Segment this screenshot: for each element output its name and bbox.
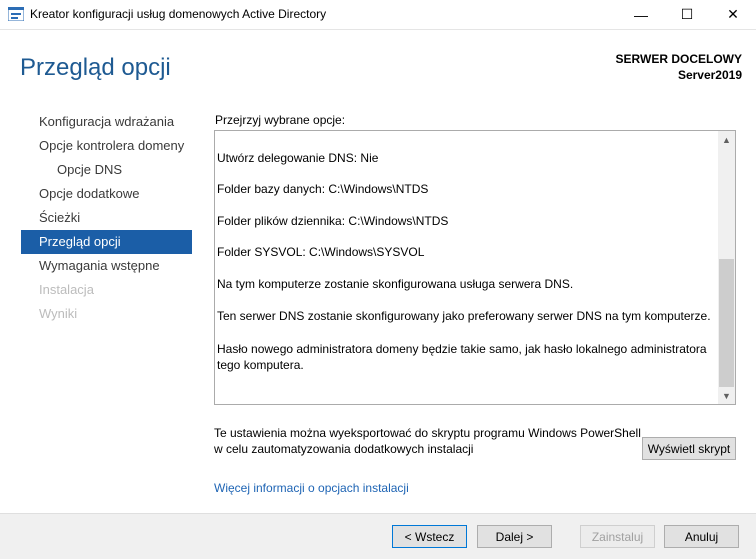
server-manager-icon	[8, 7, 24, 21]
review-textbox[interactable]: Utwórz delegowanie DNS: Nie Folder bazy …	[214, 130, 736, 405]
nav-item-dns-options[interactable]: Opcje DNS	[21, 158, 192, 182]
vertical-scrollbar[interactable]: ▲ ▼	[718, 131, 735, 404]
review-label: Przejrzyj wybrane opcje:	[215, 113, 346, 127]
close-icon: ✕	[727, 6, 739, 22]
review-line: Ten serwer DNS zostanie skonfigurowany j…	[217, 309, 711, 323]
export-info: Te ustawienia można wyeksportować do skr…	[214, 425, 654, 457]
nav-item-results: Wyniki	[39, 306, 78, 321]
nav-item-additional-options[interactable]: Opcje dodatkowe	[21, 182, 192, 206]
close-button[interactable]: ✕	[710, 0, 756, 29]
next-button[interactable]: Dalej >	[477, 525, 552, 548]
maximize-button[interactable]: ☐	[664, 0, 710, 29]
scroll-up-icon[interactable]: ▲	[718, 131, 735, 148]
export-info-line2: w celu zautomatyzowania dodatkowych inst…	[214, 442, 474, 456]
maximize-icon: ☐	[680, 6, 694, 22]
nav-item-review-options[interactable]: Przegląd opcji	[21, 230, 192, 254]
nav-item-dc-options[interactable]: Opcje kontrolera domeny	[21, 134, 192, 158]
nav-item-prerequisites[interactable]: Wymagania wstępne	[21, 254, 192, 278]
nav-item-installation: Instalacja	[39, 282, 94, 297]
window-title: Kreator konfiguracji usług domenowych Ac…	[30, 7, 327, 21]
review-line: Utwórz delegowanie DNS: Nie	[217, 151, 379, 165]
scrollbar-thumb[interactable]	[719, 259, 734, 387]
cancel-button[interactable]: Anuluj	[664, 525, 739, 548]
nav-item-paths[interactable]: Ścieżki	[21, 206, 192, 230]
nav-item-deployment-config[interactable]: Konfiguracja wdrażania	[21, 110, 192, 134]
install-button: Zainstaluj	[580, 525, 655, 548]
export-info-line1: Te ustawienia można wyeksportować do skr…	[214, 426, 641, 440]
review-line: Folder plików dziennika: C:\Windows\NTDS	[217, 214, 449, 228]
more-info-link[interactable]: Więcej informacji o opcjach instalacji	[214, 481, 409, 495]
scroll-down-icon[interactable]: ▼	[718, 387, 735, 404]
review-line: Na tym komputerze zostanie skonfigurowan…	[217, 277, 574, 291]
view-script-button[interactable]: Wyświetl skrypt	[642, 437, 736, 460]
target-server-label: SERWER DOCELOWY	[615, 52, 742, 66]
target-server-name: Server2019	[677, 68, 742, 82]
review-line: Hasło nowego administratora domeny będzi…	[217, 342, 707, 356]
review-line: tego komputera.	[217, 358, 304, 372]
back-button[interactable]: < Wstecz	[392, 525, 467, 548]
page-title: Przegląd opcji	[20, 54, 171, 81]
minimize-button[interactable]: —	[618, 0, 664, 29]
review-line: Folder SYSVOL: C:\Windows\SYSVOL	[217, 245, 425, 259]
review-line: Folder bazy danych: C:\Windows\NTDS	[217, 182, 429, 196]
minimize-icon: —	[634, 6, 648, 23]
title-bar: Kreator konfiguracji usług domenowych Ac…	[0, 0, 756, 30]
